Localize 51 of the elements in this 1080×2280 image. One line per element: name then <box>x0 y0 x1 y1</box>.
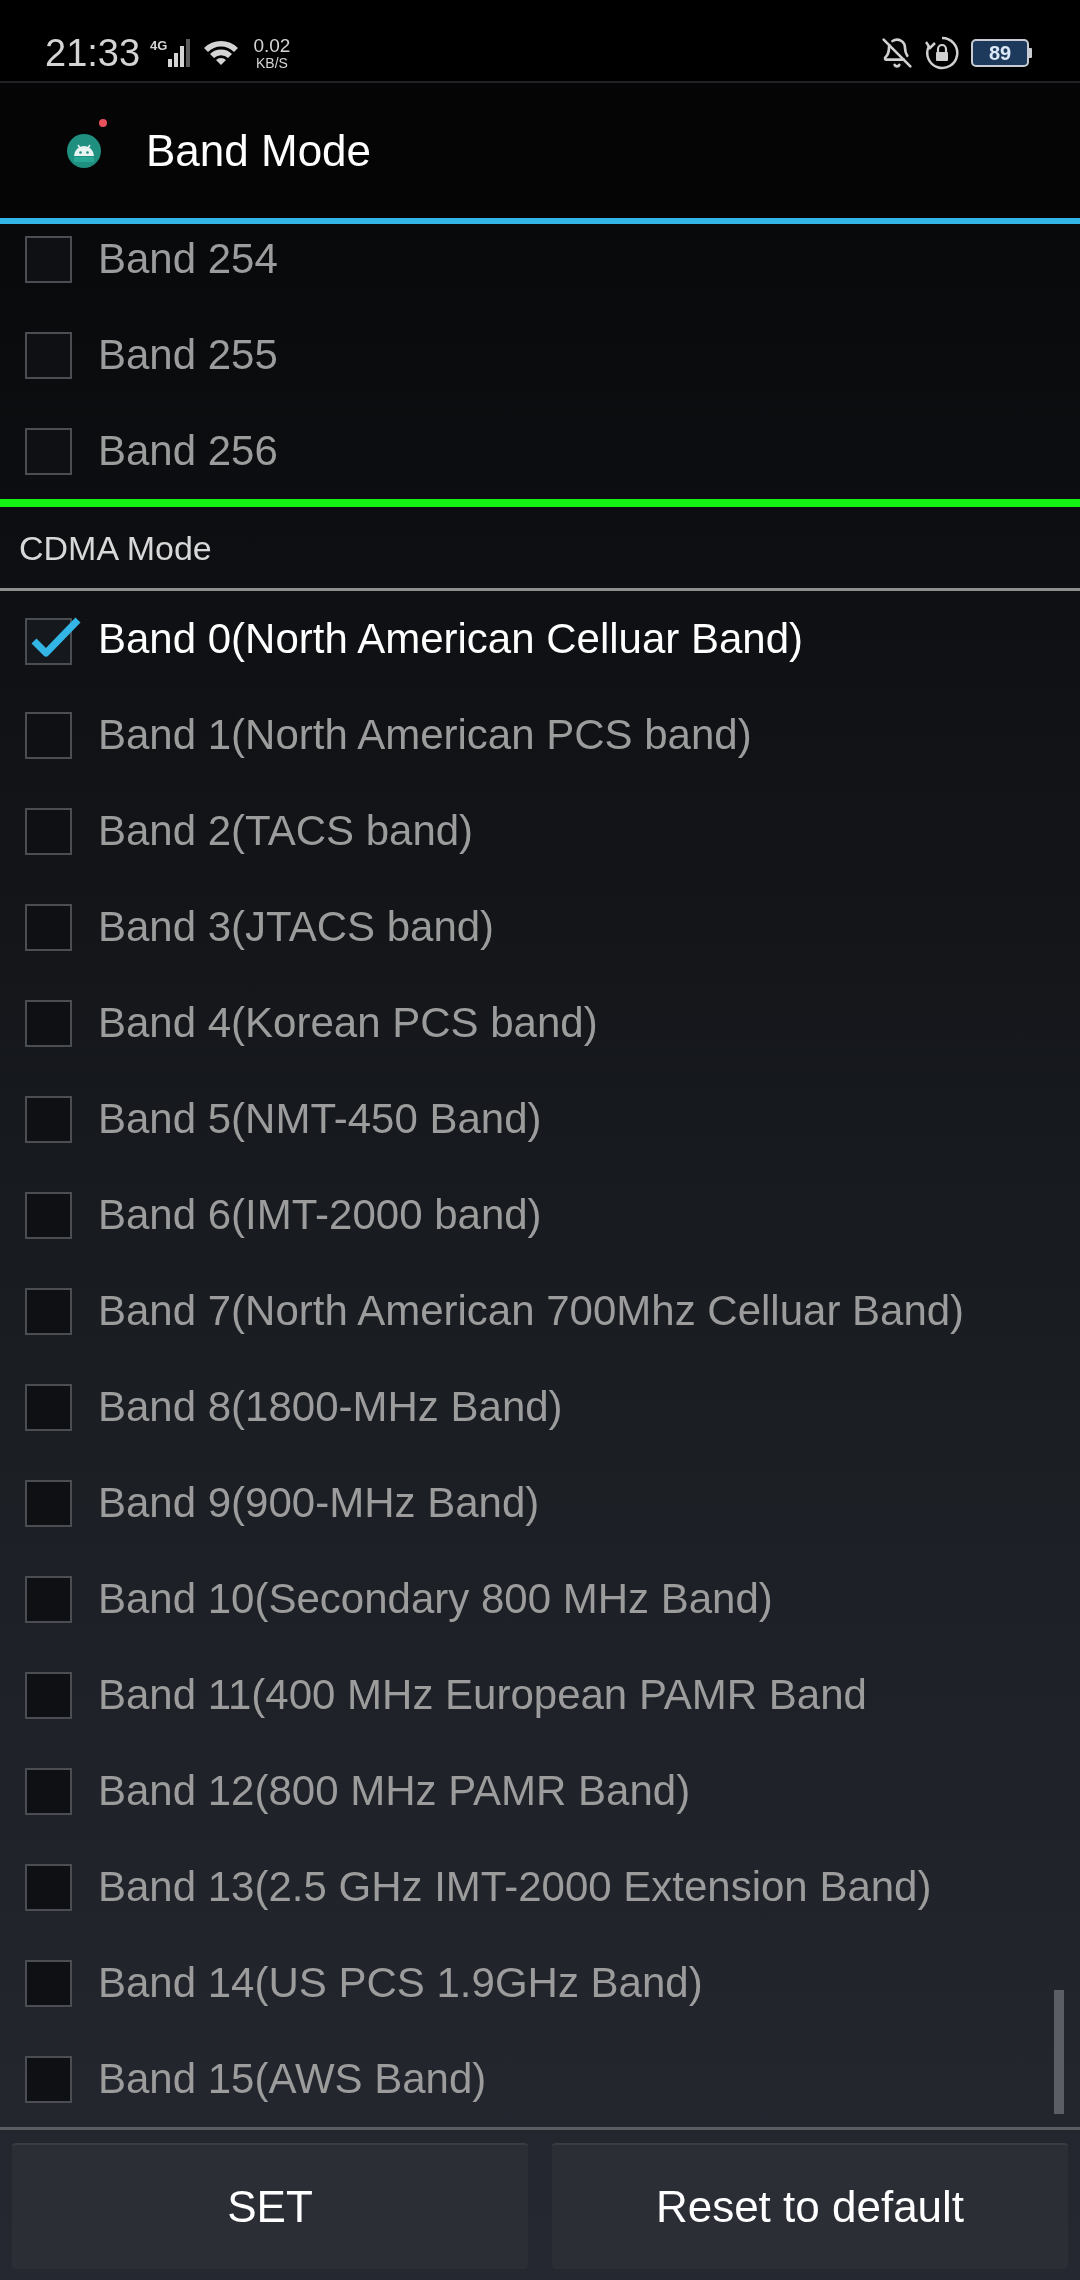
data-speed-text: 0.02 <box>253 35 291 55</box>
checkbox[interactable] <box>25 1863 72 1911</box>
checkbox[interactable] <box>25 807 72 855</box>
band-label: Band 12(800 MHz PAMR Band) <box>98 1770 691 1812</box>
robot-head-icon <box>67 133 101 168</box>
section-header: CDMA Mode <box>19 530 212 565</box>
band-label: Band 2(TACS band) <box>98 810 474 852</box>
band-label: Band 15(AWS Band) <box>98 2058 487 2100</box>
wifi-icon <box>203 39 240 66</box>
band-label: Band 14(US PCS 1.9GHz Band) <box>98 1962 703 2004</box>
band-label: Band 5(NMT-450 Band) <box>98 1098 542 1140</box>
checkbox[interactable] <box>25 1575 72 1623</box>
checkbox[interactable] <box>25 1959 72 2007</box>
clock-text: 21:33 <box>45 33 141 72</box>
band-label: Band 10(Secondary 800 MHz Band) <box>98 1578 773 1620</box>
checkbox[interactable] <box>25 1383 72 1431</box>
battery-indicator: 89 <box>971 38 1032 67</box>
band-label: Band 254 <box>98 238 278 280</box>
band-label: Band 4(Korean PCS band) <box>98 1002 598 1044</box>
checkbox[interactable] <box>25 1287 72 1335</box>
checkbox[interactable] <box>25 2055 72 2103</box>
checkbox[interactable] <box>25 331 72 379</box>
action-button[interactable]: Reset to default <box>552 2143 1068 2269</box>
checkbox[interactable] <box>25 1191 72 1239</box>
muted-bell-icon <box>881 36 913 69</box>
action-button[interactable]: SET <box>12 2143 528 2269</box>
band-label: Band 8(1800-MHz Band) <box>98 1386 563 1428</box>
band-label: Band 6(IMT-2000 band) <box>98 1194 542 1236</box>
band-label: Band 11(400 MHz European PAMR Band <box>98 1674 867 1716</box>
signal-bars-icon <box>168 38 193 67</box>
checkbox[interactable] <box>25 1671 72 1719</box>
band-label: Band 9(900-MHz Band) <box>98 1482 540 1524</box>
band-label: Band 0(North American Celluar Band) <box>98 618 804 660</box>
network-type-text: 4G <box>150 38 168 52</box>
checkbox[interactable] <box>25 711 72 759</box>
band-label: Band 13(2.5 GHz IMT-2000 Extension Band) <box>98 1866 932 1908</box>
checkbox[interactable] <box>25 999 72 1047</box>
band-label: Band 1(North American PCS band) <box>98 714 752 756</box>
checkbox[interactable] <box>25 1767 72 1815</box>
app-title: Band Mode <box>146 128 372 173</box>
checkbox[interactable] <box>25 427 72 475</box>
rotation-lock-icon <box>925 35 959 70</box>
band-label: Band 7(North American 700Mhz Celluar Band) <box>98 1290 965 1332</box>
checkbox[interactable] <box>25 1095 72 1143</box>
band-label: Band 3(JTACS band) <box>98 906 495 948</box>
band-label: Band 256 <box>98 430 278 472</box>
checkbox[interactable] <box>25 235 72 283</box>
band-label: Band 255 <box>98 334 278 376</box>
data-speed-unit-text: KB/S <box>255 55 288 70</box>
checkbox[interactable] <box>25 1479 72 1527</box>
checkbox[interactable] <box>25 903 72 951</box>
